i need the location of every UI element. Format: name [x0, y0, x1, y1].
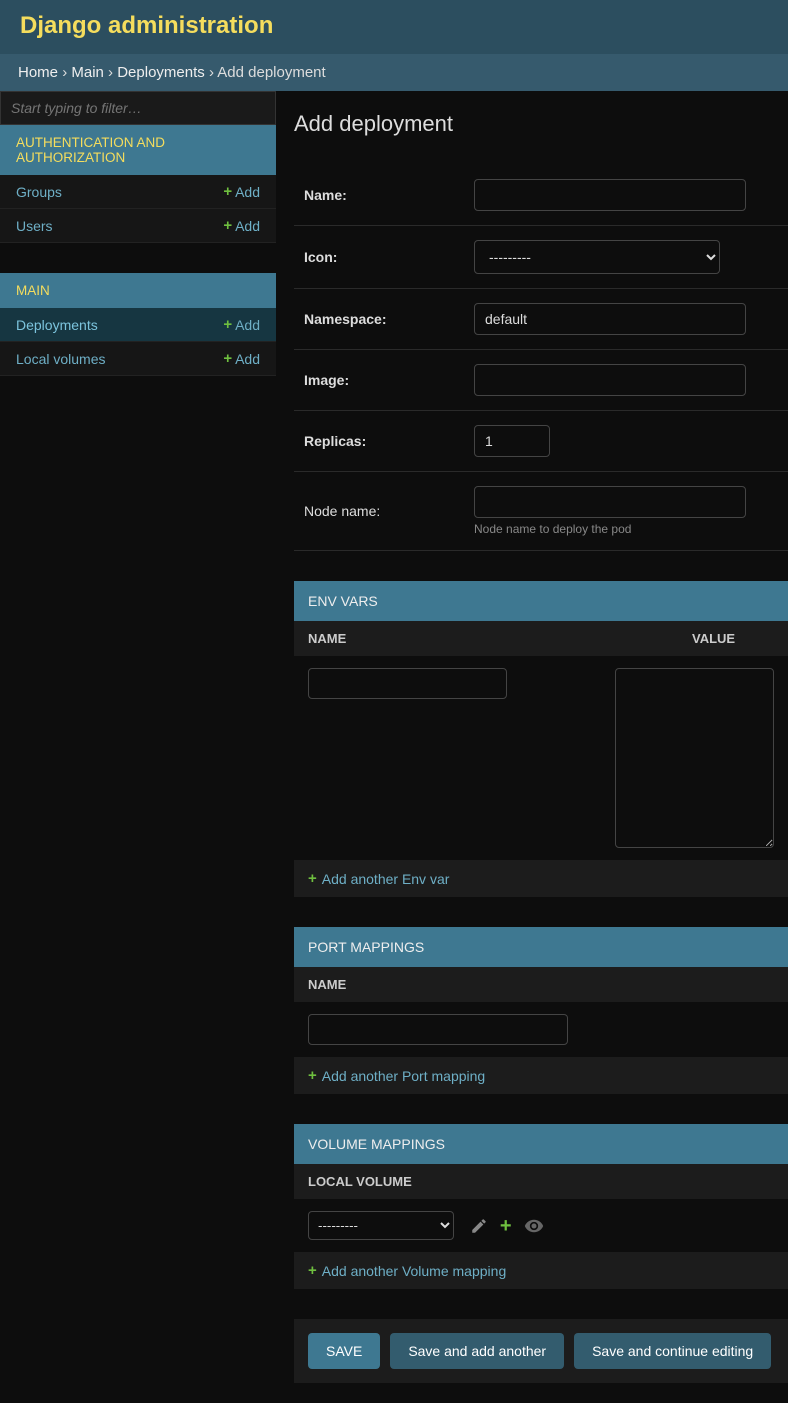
inline-header-ports: PORT MAPPINGS [294, 927, 788, 967]
add-row-port: +Add another Port mapping [294, 1057, 788, 1094]
plus-icon: + [223, 316, 232, 333]
sidebar-link-local-volumes[interactable]: Local volumes [16, 351, 106, 367]
plus-icon: + [223, 217, 232, 234]
plus-icon: + [308, 1067, 317, 1084]
inline-header-env: ENV VARS [294, 581, 788, 621]
breadcrumb-sep: › [62, 64, 67, 81]
inline-row-env [294, 656, 788, 860]
sidebar-link-groups[interactable]: Groups [16, 184, 62, 200]
select-icon[interactable]: --------- [474, 240, 720, 274]
breadcrumb: Home › Main › Deployments › Add deployme… [0, 54, 788, 91]
add-row-env: +Add another Env var [294, 860, 788, 897]
add-row-volume: +Add another Volume mapping [294, 1252, 788, 1289]
plus-icon: + [308, 870, 317, 887]
textarea-env-value[interactable] [615, 668, 774, 848]
input-node-name[interactable] [474, 486, 746, 518]
inline-cols-ports: NAME [294, 967, 788, 1002]
input-namespace[interactable] [474, 303, 746, 335]
sidebar-add-local-volumes[interactable]: +Add [223, 350, 260, 367]
sidebar-item-local-volumes[interactable]: Local volumes +Add [0, 342, 276, 376]
col-local-volume: LOCAL VOLUME [308, 1174, 412, 1189]
inline-cols-volumes: LOCAL VOLUME [294, 1164, 788, 1199]
select-local-volume[interactable]: --------- [308, 1211, 454, 1240]
plus-icon: + [223, 183, 232, 200]
page-title: Add deployment [294, 111, 788, 137]
col-port-name: NAME [308, 977, 346, 992]
input-env-name[interactable] [308, 668, 507, 699]
breadcrumb-sep: › [209, 64, 214, 81]
sidebar-item-deployments[interactable]: Deployments +Add [0, 308, 276, 342]
header: Django administration [0, 0, 788, 54]
field-row-name: Name: [294, 165, 788, 226]
inline-row-port [294, 1002, 788, 1057]
app-label-auth[interactable]: AUTHENTICATION AND AUTHORIZATION [0, 125, 276, 175]
sidebar-link-users[interactable]: Users [16, 218, 53, 234]
eye-icon[interactable] [524, 1216, 544, 1236]
breadcrumb-sep: › [108, 64, 113, 81]
field-row-namespace: Namespace: [294, 289, 788, 350]
breadcrumb-home[interactable]: Home [18, 64, 58, 81]
breadcrumb-deployments[interactable]: Deployments [117, 64, 205, 81]
label-image: Image: [304, 372, 454, 388]
sidebar-filter-input[interactable] [0, 91, 276, 125]
input-port-name[interactable] [308, 1014, 568, 1045]
input-name[interactable] [474, 179, 746, 211]
pencil-icon[interactable] [470, 1217, 488, 1235]
breadcrumb-main[interactable]: Main [71, 64, 104, 81]
app-label-main[interactable]: MAIN [0, 273, 276, 308]
label-node-name: Node name: [304, 503, 454, 519]
main-content: Add deployment Name: Icon: --------- Nam… [276, 91, 788, 1403]
breadcrumb-current: Add deployment [217, 64, 325, 81]
col-env-value: VALUE [692, 631, 735, 646]
sidebar-add-deployments[interactable]: +Add [223, 316, 260, 333]
save-add-another-button[interactable]: Save and add another [390, 1333, 564, 1369]
sidebar: AUTHENTICATION AND AUTHORIZATION Groups … [0, 91, 276, 1403]
label-replicas: Replicas: [304, 433, 454, 449]
inline-header-volumes: VOLUME MAPPINGS [294, 1124, 788, 1164]
field-row-image: Image: [294, 350, 788, 411]
add-port-link[interactable]: +Add another Port mapping [308, 1067, 774, 1084]
plus-icon: + [223, 350, 232, 367]
plus-icon: + [308, 1262, 317, 1279]
add-env-link[interactable]: +Add another Env var [308, 870, 774, 887]
sidebar-add-groups[interactable]: +Add [223, 183, 260, 200]
sidebar-item-users[interactable]: Users +Add [0, 209, 276, 243]
field-row-replicas: Replicas: [294, 411, 788, 472]
help-node-name: Node name to deploy the pod [474, 522, 746, 536]
input-replicas[interactable] [474, 425, 550, 457]
label-icon: Icon: [304, 249, 454, 265]
add-volume-link[interactable]: +Add another Volume mapping [308, 1262, 774, 1279]
save-continue-button[interactable]: Save and continue editing [574, 1333, 771, 1369]
label-namespace: Namespace: [304, 311, 454, 327]
inline-env-vars: ENV VARS NAME VALUE +Add another Env var [294, 581, 788, 897]
sidebar-link-deployments[interactable]: Deployments [16, 317, 98, 333]
submit-row: SAVE Save and add another Save and conti… [294, 1319, 788, 1383]
plus-icon[interactable]: + [500, 1215, 512, 1238]
inline-port-mappings: PORT MAPPINGS NAME +Add another Port map… [294, 927, 788, 1094]
input-image[interactable] [474, 364, 746, 396]
save-button[interactable]: SAVE [308, 1333, 380, 1369]
sidebar-item-groups[interactable]: Groups +Add [0, 175, 276, 209]
inline-row-volume: --------- + [294, 1199, 788, 1252]
field-row-node-name: Node name: Node name to deploy the pod [294, 472, 788, 551]
label-name: Name: [304, 187, 454, 203]
inline-volume-mappings: VOLUME MAPPINGS LOCAL VOLUME --------- +… [294, 1124, 788, 1289]
col-env-name: NAME [308, 631, 692, 646]
sidebar-add-users[interactable]: +Add [223, 217, 260, 234]
inline-cols-env: NAME VALUE [294, 621, 788, 656]
field-row-icon: Icon: --------- [294, 226, 788, 289]
site-title[interactable]: Django administration [20, 12, 768, 40]
